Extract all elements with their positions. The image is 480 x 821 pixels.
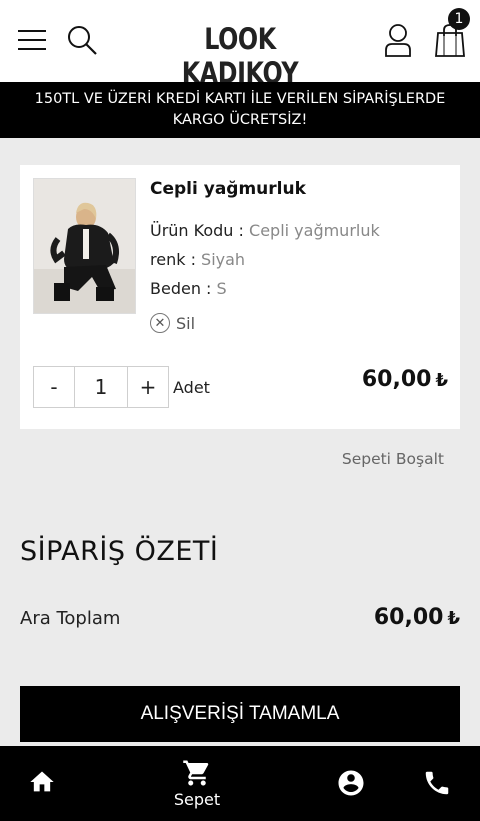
color-value: Siyah xyxy=(201,250,246,269)
subtotal-label: Ara Toplam xyxy=(20,608,121,629)
size-row: Beden : S xyxy=(150,279,227,298)
checkout-button[interactable]: ALIŞVERİŞİ TAMAMLA xyxy=(20,686,460,742)
quantity-stepper: - 1 + xyxy=(33,366,169,408)
subtotal-value: 60,00 xyxy=(373,605,444,630)
nav-account[interactable] xyxy=(336,768,366,798)
product-code-value: Cepli yağmurluk xyxy=(249,221,380,240)
quantity-unit-label: Adet xyxy=(173,378,210,397)
item-price: 60,00 ₺ xyxy=(362,367,448,392)
size-label: Beden : xyxy=(150,279,212,298)
remove-label: Sil xyxy=(176,313,196,333)
menu-button[interactable] xyxy=(14,24,50,56)
nav-cart[interactable]: Sepet xyxy=(170,758,224,809)
promo-line-1: 150TL VE ÜZERİ KREDİ KARTI İLE VERİLEN S… xyxy=(34,91,446,107)
item-price-value: 60,00 xyxy=(361,367,432,392)
color-row: renk : Siyah xyxy=(150,250,245,269)
product-code-row: Ürün Kodu : Cepli yağmurluk xyxy=(150,221,380,240)
brand-logo[interactable]: LOOK KADIKOY xyxy=(156,22,323,90)
product-code-label: Ürün Kodu : xyxy=(150,221,244,240)
cart-item-card: Cepli yağmurluk Ürün Kodu : Cepli yağmur… xyxy=(20,165,460,429)
account-button[interactable] xyxy=(380,20,416,60)
order-summary-title: SİPARİŞ ÖZETİ xyxy=(20,536,219,567)
promo-banner: 150TL VE ÜZERİ KREDİ KARTI İLE VERİLEN S… xyxy=(0,82,480,138)
search-icon xyxy=(68,26,97,55)
quantity-increase-button[interactable]: + xyxy=(127,366,169,408)
size-value: S xyxy=(216,279,227,298)
nav-home[interactable] xyxy=(27,768,57,796)
phone-icon xyxy=(425,771,449,795)
quantity-decrease-button[interactable]: - xyxy=(33,366,75,408)
bottom-navigation: Sepet xyxy=(0,746,480,821)
user-icon xyxy=(385,24,411,57)
promo-line-2: KARGO ÜCRETSİZ! xyxy=(172,112,308,128)
nav-phone[interactable] xyxy=(422,768,452,798)
product-title[interactable]: Cepli yağmurluk xyxy=(150,179,306,199)
account-icon xyxy=(338,770,364,796)
currency-symbol: ₺ xyxy=(435,370,448,391)
header: LOOK KADIKOY 1 xyxy=(0,0,480,90)
clear-cart-link[interactable]: Sepeti Boşalt xyxy=(342,450,444,468)
cart-button[interactable]: 1 xyxy=(428,8,472,62)
currency-symbol: ₺ xyxy=(447,608,460,629)
color-label: renk : xyxy=(150,250,196,269)
close-circle-icon: ✕ xyxy=(150,313,170,333)
product-photo-illustration xyxy=(34,179,135,313)
nav-cart-label: Sepet xyxy=(173,790,221,809)
hamburger-menu-icon xyxy=(18,30,46,50)
product-image[interactable] xyxy=(33,178,136,314)
quantity-value[interactable]: 1 xyxy=(75,366,127,408)
search-button[interactable] xyxy=(64,22,100,58)
home-icon xyxy=(30,771,54,792)
cart-icon xyxy=(183,760,209,786)
subtotal-amount: 60,00 ₺ xyxy=(374,605,460,630)
remove-item-button[interactable]: ✕ Sil xyxy=(150,313,195,333)
cart-count-badge: 1 xyxy=(448,8,470,30)
